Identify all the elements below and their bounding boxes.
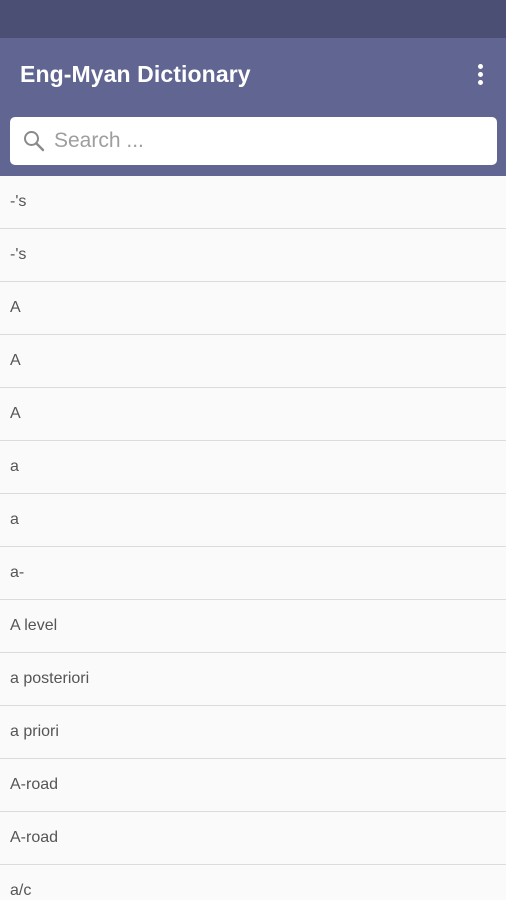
search-input[interactable] [54, 117, 484, 165]
more-vert-icon [477, 63, 483, 69]
app-title: Eng-Myan Dictionary [20, 61, 251, 87]
list-item[interactable]: a/c [0, 865, 506, 900]
list-item[interactable]: -'s [0, 176, 506, 229]
word-list: -'s -'s A A A a a a- A level a posterior… [0, 176, 506, 900]
list-item[interactable]: a posteriori [0, 653, 506, 706]
list-item[interactable]: -'s [0, 229, 506, 282]
search-icon [24, 131, 45, 152]
search-box[interactable] [10, 117, 497, 165]
list-item[interactable]: A-road [0, 759, 506, 812]
list-item[interactable]: A [0, 388, 506, 441]
more-vert-icon-dot [477, 79, 483, 85]
list-item[interactable]: a [0, 494, 506, 547]
list-item[interactable]: A level [0, 600, 506, 653]
status-bar [0, 0, 506, 38]
app-bar: Eng-Myan Dictionary [0, 38, 506, 176]
list-item[interactable]: A-road [0, 812, 506, 865]
list-item[interactable]: a- [0, 547, 506, 600]
list-item[interactable]: A [0, 282, 506, 335]
list-item[interactable]: a priori [0, 706, 506, 759]
more-options-button[interactable] [468, 58, 492, 90]
list-item[interactable]: a [0, 441, 506, 494]
list-item[interactable]: A [0, 335, 506, 388]
more-vert-icon-dot [477, 71, 483, 77]
